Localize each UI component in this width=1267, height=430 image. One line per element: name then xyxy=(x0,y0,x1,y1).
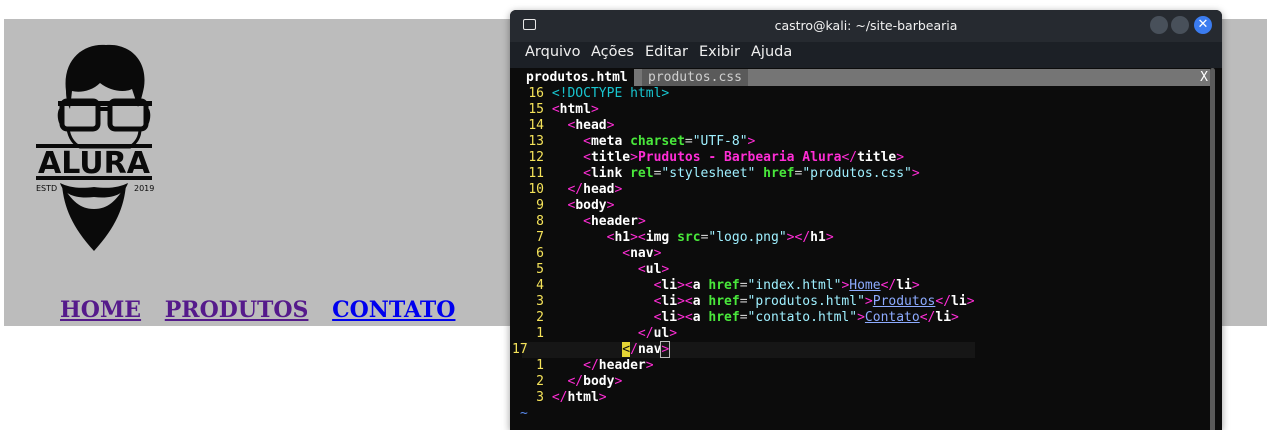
line-code: <li><a href="contato.html">Contato</li> xyxy=(653,310,959,325)
line-code: <head> xyxy=(567,118,615,133)
code-line[interactable]: 10 </head> xyxy=(522,182,975,198)
code-line[interactable]: 7 <h1><img src="logo.png"></h1> xyxy=(522,230,975,246)
line-number: 3 xyxy=(536,294,544,309)
line-number: 5 xyxy=(536,262,544,277)
menu-acoes[interactable]: Ações xyxy=(591,44,634,60)
code-line[interactable]: 12 <title>Prudutos - Barbearia Alura</ti… xyxy=(522,150,975,166)
line-number: 11 xyxy=(528,166,544,181)
line-number: 17 xyxy=(512,342,528,357)
menu-arquivo[interactable]: Arquivo xyxy=(525,44,581,60)
code-editor[interactable]: 16 <!DOCTYPE html> 15 <html> 14 <head> 13 <… xyxy=(512,86,975,406)
line-code: <li><a href="index.html">Home</li> xyxy=(653,278,920,293)
line-number: 13 xyxy=(528,134,544,149)
code-line[interactable]: 9 <body> xyxy=(522,198,975,214)
code-line[interactable]: 11 <link rel="stylesheet" href="produtos… xyxy=(522,166,975,182)
code-line[interactable]: 15 <html> xyxy=(522,102,975,118)
window-title: castro@kali: ~/site-barbearia xyxy=(774,18,958,33)
menu-editar[interactable]: Editar xyxy=(645,44,688,60)
logo-estd: ESTD xyxy=(36,184,57,193)
nav-link-contato[interactable]: CONTATO xyxy=(332,297,455,323)
line-number: 10 xyxy=(528,182,544,197)
line-code: <body> xyxy=(567,198,615,213)
code-line[interactable]: 6 <nav> xyxy=(522,246,975,262)
line-number: 6 xyxy=(536,246,544,261)
scrollbar[interactable] xyxy=(1210,68,1215,430)
line-code: </ul> xyxy=(637,326,678,341)
line-number: 16 xyxy=(528,86,544,101)
line-code: <li><a href="produtos.html">Produtos</li… xyxy=(653,294,975,309)
code-line[interactable]: 1 </header> xyxy=(522,358,975,374)
line-code: <h1><img src="logo.png"></h1> xyxy=(606,230,834,245)
code-line[interactable]: 2 </body> xyxy=(522,374,975,390)
line-number: 1 xyxy=(536,358,544,373)
line-number: 9 xyxy=(536,198,544,213)
line-code: <link rel="stylesheet" href="produtos.cs… xyxy=(583,166,920,181)
code-line[interactable]: 13 <meta charset="UTF-8"> xyxy=(522,134,975,150)
line-number: 8 xyxy=(536,214,544,229)
line-code: </head> xyxy=(567,182,623,197)
line-code: <ul> xyxy=(637,262,670,277)
menu-ajuda[interactable]: Ajuda xyxy=(751,44,792,60)
code-line[interactable]: 16 <!DOCTYPE html> xyxy=(522,86,975,102)
terminal-window: castro@kali: ~/site-barbearia ✕ Arquivo … xyxy=(510,10,1222,430)
line-code: <nav> xyxy=(622,246,662,261)
line-number: 14 xyxy=(528,118,544,133)
line-code: <meta charset="UTF-8"> xyxy=(583,134,756,149)
line-number: 4 xyxy=(536,278,544,293)
terminal-titlebar[interactable]: castro@kali: ~/site-barbearia ✕ xyxy=(510,10,1222,42)
line-number: 2 xyxy=(536,310,544,325)
site-nav: HOME PRODUTOS CONTATO xyxy=(60,297,471,323)
line-number: 2 xyxy=(536,374,544,389)
code-line[interactable]: 4 <li><a href="index.html">Home</li> xyxy=(522,278,975,294)
close-tab-button[interactable]: X xyxy=(1200,69,1208,86)
menu-bar: Arquivo Ações Editar Exibir Ajuda xyxy=(510,42,1222,68)
line-number: 1 xyxy=(536,326,544,341)
line-code: </nav> xyxy=(622,341,671,358)
tab-produtos-css[interactable]: produtos.css xyxy=(642,69,748,86)
code-line[interactable]: 1 </ul> xyxy=(522,326,975,342)
menu-exibir[interactable]: Exibir xyxy=(699,44,740,60)
line-code: <html> xyxy=(551,102,599,117)
code-line[interactable]: 17 </nav> xyxy=(512,341,975,358)
line-number: 15 xyxy=(528,102,544,117)
logo-year: 2019 xyxy=(134,184,154,193)
maximize-button[interactable] xyxy=(1171,16,1189,34)
line-code: <!DOCTYPE html> xyxy=(551,86,670,101)
nav-link-produtos[interactable]: PRODUTOS xyxy=(165,297,309,323)
line-code: <header> xyxy=(583,214,646,229)
logo-brand: ALURA xyxy=(38,146,151,181)
editor-tab-bar: produtos.html produtos.css X xyxy=(520,69,1210,86)
code-line[interactable]: 2 <li><a href="contato.html">Contato</li… xyxy=(522,310,975,326)
nav-link-home[interactable]: HOME xyxy=(60,297,141,323)
line-code: </body> xyxy=(567,374,623,389)
code-line[interactable]: 8 <header> xyxy=(522,214,975,230)
code-line[interactable]: 3 <li><a href="produtos.html">Produtos</… xyxy=(522,294,975,310)
line-number: 7 xyxy=(536,230,544,245)
barber-logo-icon: ALURA ESTD 2019 xyxy=(36,44,154,251)
line-code: </html> xyxy=(551,390,607,405)
code-line[interactable]: 5 <ul> xyxy=(522,262,975,278)
line-number: 12 xyxy=(528,150,544,165)
close-window-button[interactable]: ✕ xyxy=(1194,16,1212,34)
empty-line-marker: ~ xyxy=(520,406,528,421)
tab-produtos-html[interactable]: produtos.html xyxy=(520,69,634,86)
line-number: 3 xyxy=(536,390,544,405)
code-line[interactable]: 3 </html> xyxy=(522,390,975,406)
line-code: </header> xyxy=(583,358,654,373)
minimize-button[interactable] xyxy=(1150,16,1168,34)
code-line[interactable]: 14 <head> xyxy=(522,118,975,134)
line-code: <title>Prudutos - Barbearia Alura</title… xyxy=(583,150,905,165)
